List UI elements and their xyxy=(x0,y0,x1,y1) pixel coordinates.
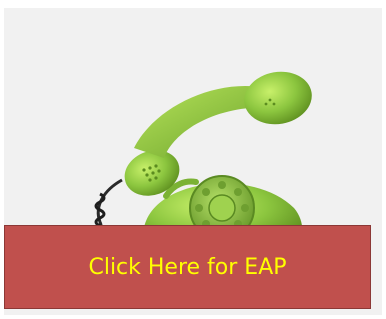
eap-link-button[interactable]: Click Here for EAP xyxy=(4,225,371,309)
eap-link-label: Click Here for EAP xyxy=(88,254,287,280)
eap-banner: Click Here for EAP xyxy=(0,0,386,319)
